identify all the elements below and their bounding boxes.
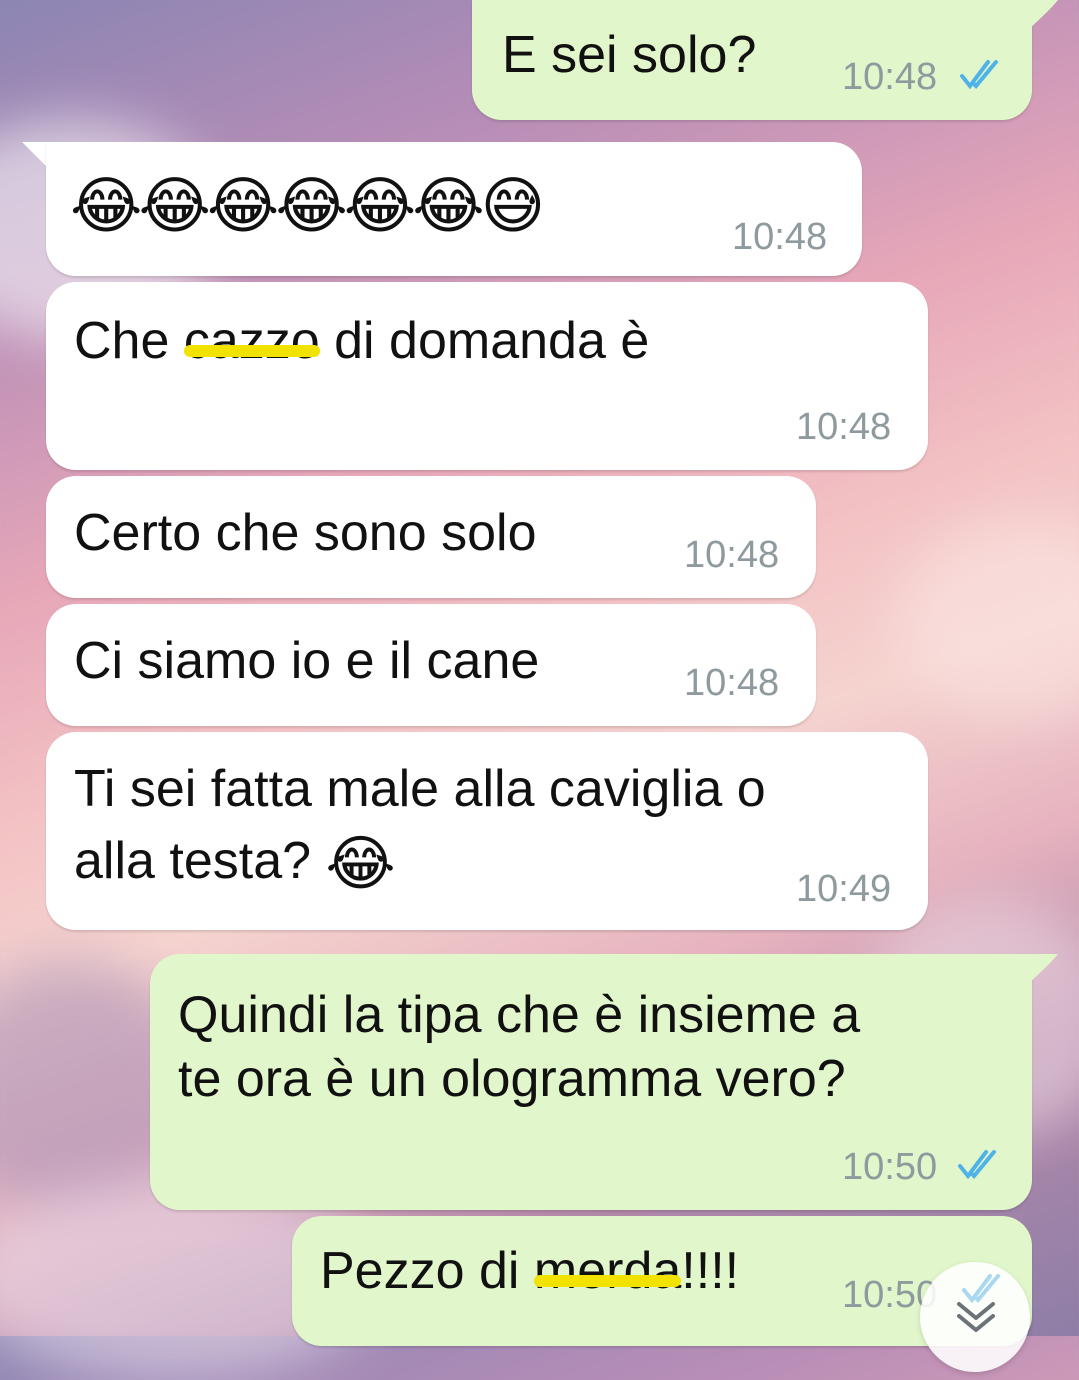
censor-mark (533, 1275, 682, 1288)
message-time: 10:48 (796, 406, 892, 448)
message-text-line-1: Ti sei fatta male alla caviglia o (74, 760, 766, 818)
chevron-double-down-icon (957, 1302, 995, 1332)
emoji-message: 😂😂😂😂😂😂😅 (70, 172, 545, 241)
message-bubble-incoming[interactable]: Ci siamo io e il cane 10:48 (46, 604, 816, 726)
censor-mark (183, 345, 320, 358)
message-bubble-outgoing[interactable]: E sei solo? 10:48 (472, 0, 1032, 120)
message-bubble-incoming[interactable]: Certo che sono solo 10:48 (46, 476, 816, 598)
scroll-to-bottom-button[interactable] (920, 1262, 1030, 1372)
message-text: Ci siamo io e il cane (74, 632, 540, 690)
censored-word-text: cazzo (183, 312, 320, 370)
bubble-tail (1020, 954, 1058, 982)
message-bubble-incoming[interactable]: 😂😂😂😂😂😂😅 10:48 (46, 142, 862, 276)
message-bubble-outgoing[interactable]: Quindi la tipa che è insieme a te ora è … (150, 954, 1032, 1210)
message-time: 10:50 (842, 1146, 938, 1188)
censored-word: merda (533, 1236, 682, 1306)
message-time: 10:48 (732, 216, 828, 258)
message-text-line-1: Quindi la tipa che è insieme a (178, 986, 861, 1044)
message-time: 10:49 (796, 868, 892, 910)
message-time: 10:48 (842, 56, 938, 98)
message-text-end: di domanda è (319, 312, 650, 370)
message-text-line-2: alla testa? 😂 (74, 826, 396, 899)
emoji-icon: 😂 (325, 830, 396, 898)
message-text-line-2: te ora è un ologramma vero? (178, 1050, 846, 1108)
censored-word: cazzo (183, 306, 320, 376)
bubble-tail (1020, 0, 1058, 28)
message-time: 10:48 (684, 662, 780, 704)
message-text: E sei solo? (502, 26, 757, 84)
message-text-start: Pezzo di (320, 1242, 534, 1300)
message-text: Pezzo di merda!!!! (320, 1236, 739, 1306)
message-text: Certo che sono solo (74, 504, 537, 562)
message-bubble-incoming[interactable]: Che cazzo di domanda è 10:48 (46, 282, 928, 470)
message-text: Che cazzo di domanda è (74, 306, 649, 376)
message-time: 10:48 (684, 534, 780, 576)
message-text-line-2-text: alla testa? (74, 832, 312, 890)
double-check-icon (958, 1150, 996, 1180)
message-text-start: Che (74, 312, 184, 370)
message-text-end: !!!! (681, 1242, 740, 1300)
double-check-icon (960, 60, 998, 90)
message-bubble-incoming[interactable]: Ti sei fatta male alla caviglia o alla t… (46, 732, 928, 930)
censored-word-text: merda (533, 1242, 682, 1300)
